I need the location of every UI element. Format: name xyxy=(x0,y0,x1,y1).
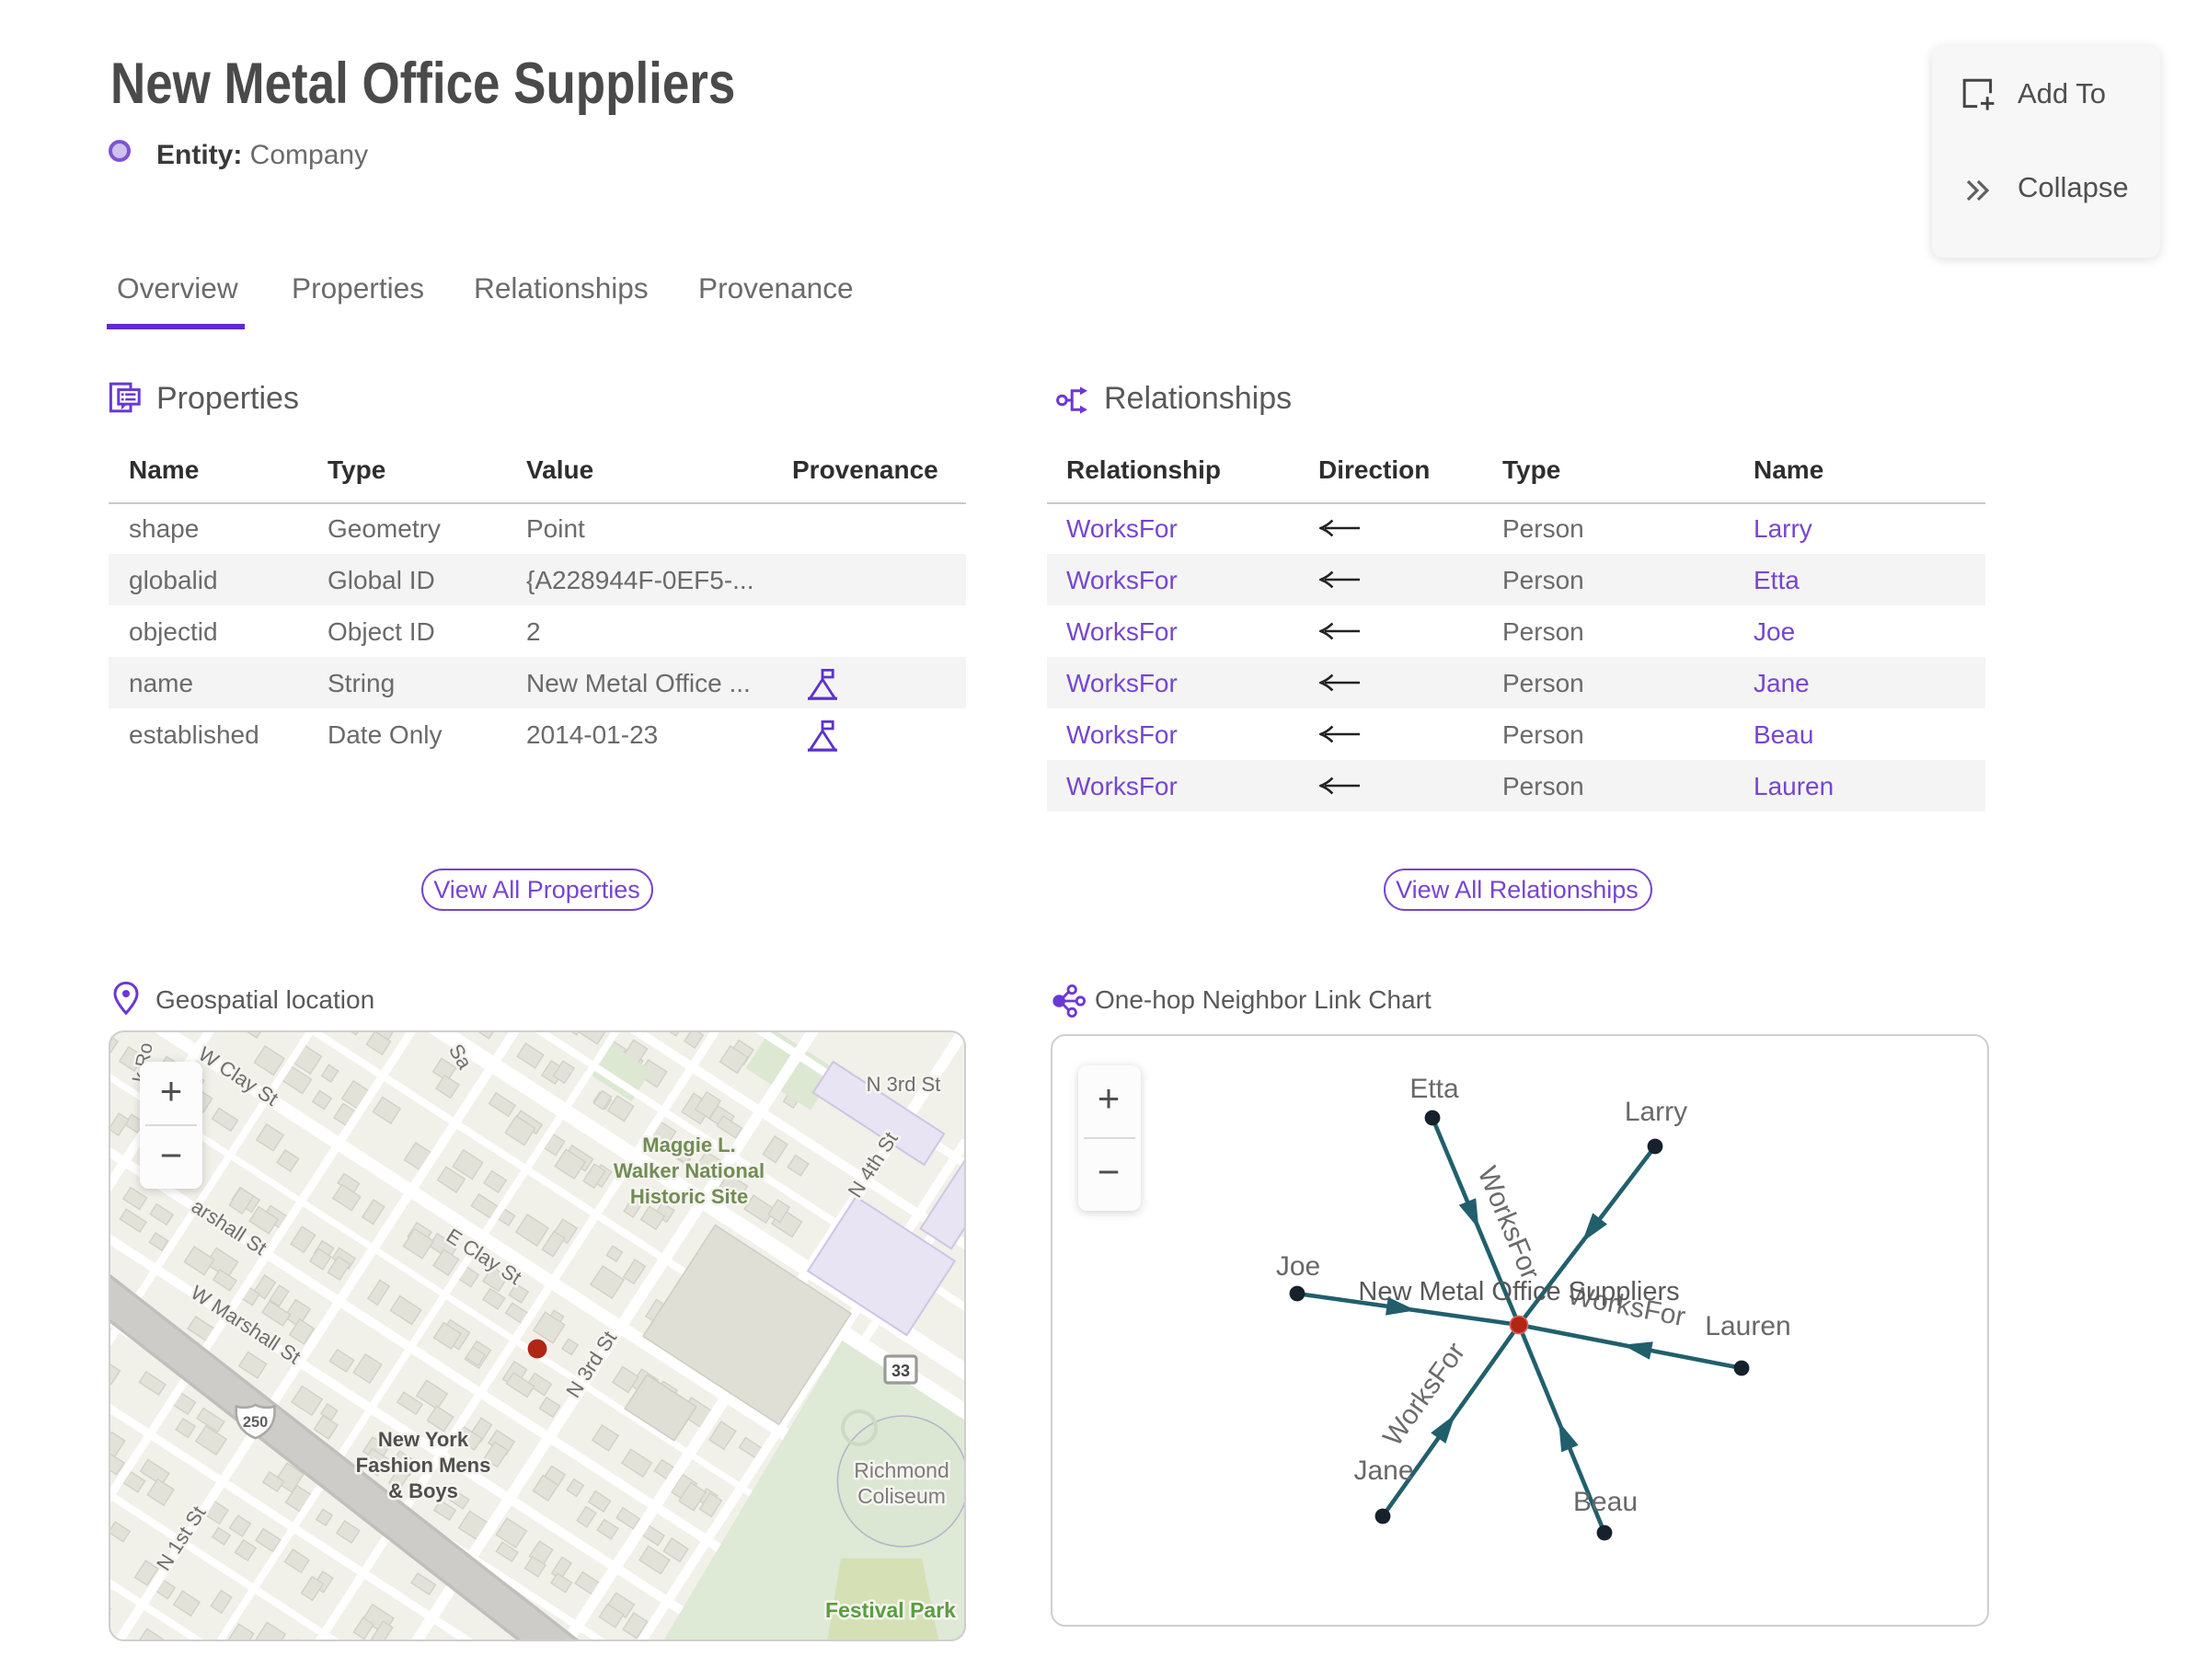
svg-text:Richmond: Richmond xyxy=(854,1458,949,1482)
svg-text:Maggie L.: Maggie L. xyxy=(642,1133,735,1156)
svg-text:Beau: Beau xyxy=(1572,1486,1637,1516)
svg-text:250: 250 xyxy=(243,1414,268,1431)
svg-text:WorksFor: WorksFor xyxy=(1471,1161,1545,1283)
svg-text:Jane: Jane xyxy=(1352,1455,1412,1485)
svg-text:Larry: Larry xyxy=(1624,1096,1686,1126)
svg-text:Walker National: Walker National xyxy=(614,1159,765,1182)
svg-text:Festival Park: Festival Park xyxy=(825,1598,956,1622)
svg-text:Coliseum: Coliseum xyxy=(857,1484,946,1508)
svg-text:Joe: Joe xyxy=(1275,1250,1319,1281)
svg-text:N 3rd St: N 3rd St xyxy=(867,1073,941,1096)
svg-text:Fashion Mens: Fashion Mens xyxy=(356,1454,491,1477)
svg-text:Lauren: Lauren xyxy=(1704,1310,1789,1341)
svg-text:Historic Site: Historic Site xyxy=(630,1185,748,1208)
svg-text:33: 33 xyxy=(891,1362,910,1380)
svg-text:New Metal Office Suppliers: New Metal Office Suppliers xyxy=(1357,1276,1678,1306)
svg-text:New York: New York xyxy=(378,1428,469,1451)
svg-text:WorksFor: WorksFor xyxy=(1376,1336,1470,1451)
svg-text:Etta: Etta xyxy=(1409,1073,1458,1103)
svg-text:& Boys: & Boys xyxy=(388,1479,458,1502)
